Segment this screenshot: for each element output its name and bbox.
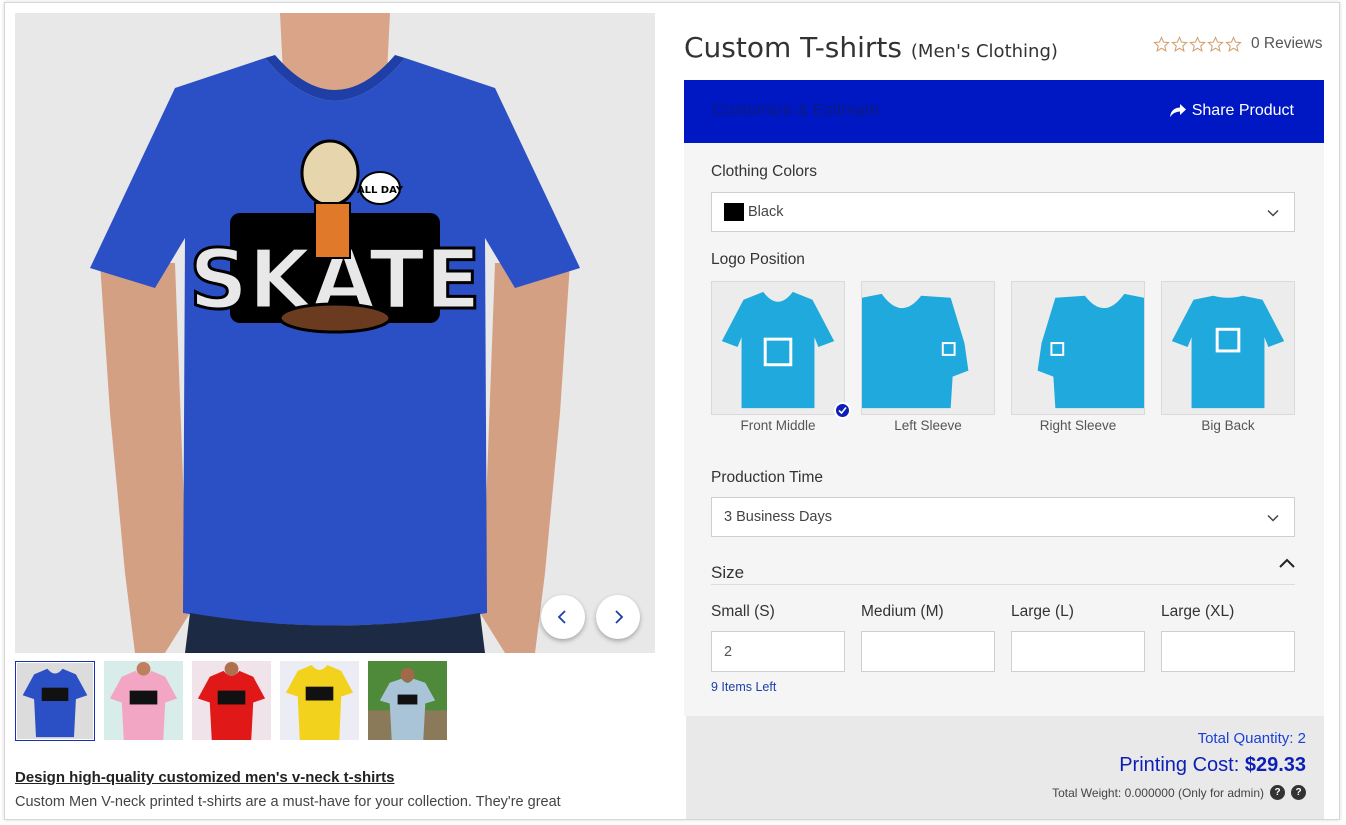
page-frame: SKATE ALL DAY Design high-quality custom… xyxy=(4,2,1340,820)
main-product-image: SKATE ALL DAY xyxy=(15,13,655,653)
logo-position-label: Logo Position xyxy=(711,251,805,268)
clothing-colors-label: Clothing Colors xyxy=(711,163,817,180)
logo-position-left-sleeve[interactable]: Left Sleeve xyxy=(861,281,995,433)
chevron-up-icon[interactable] xyxy=(1278,555,1296,573)
size-medium-label: Medium (M) xyxy=(861,603,944,620)
share-icon xyxy=(1169,104,1186,117)
rating[interactable]: 0 Reviews xyxy=(1153,35,1323,53)
size-large-label: Large (L) xyxy=(1011,603,1074,620)
size-small-label: Small (S) xyxy=(711,603,775,620)
gallery-next-button[interactable] xyxy=(596,595,640,639)
product-category: (Men's Clothing) xyxy=(910,41,1058,62)
color-swatch xyxy=(724,203,744,221)
chevron-right-icon xyxy=(615,610,624,624)
front-middle-label: Front Middle xyxy=(740,418,816,433)
description-title[interactable]: Design high-quality customized men's v-n… xyxy=(15,769,394,786)
printing-cost: Printing Cost: $29.33 xyxy=(1119,754,1306,777)
clothing-color-value: Black xyxy=(748,204,784,220)
size-col-medium: Medium (M) xyxy=(861,603,995,672)
shirt-front-mockup xyxy=(712,282,844,414)
grey-shirt-thumbnail xyxy=(368,661,447,740)
red-shirt-thumbnail xyxy=(192,661,271,740)
production-time-value: 3 Business Days xyxy=(724,509,832,525)
printing-cost-label: Printing Cost: xyxy=(1119,754,1240,776)
svg-text:ALL DAY: ALL DAY xyxy=(357,185,404,196)
selected-check-icon xyxy=(834,402,851,419)
left-sleeve-label: Left Sleeve xyxy=(894,418,962,433)
help-icon[interactable]: ? xyxy=(1270,785,1285,800)
chevron-left-icon xyxy=(557,610,566,624)
chevron-down-icon xyxy=(1267,514,1279,522)
customize-header-bar: Customize & Estimate Share Product xyxy=(684,80,1324,143)
product-title: Custom T-shirts (Men's Clothing) xyxy=(684,31,1058,64)
pink-shirt-thumbnail xyxy=(104,661,183,740)
size-xl-input[interactable] xyxy=(1161,631,1295,672)
star-empty-icon xyxy=(1153,35,1170,52)
thumbnail-grey[interactable] xyxy=(368,661,447,740)
share-product-label: Share Product xyxy=(1191,102,1294,119)
thumbnail-yellow[interactable] xyxy=(280,661,359,740)
size-divider xyxy=(711,584,1295,585)
big-back-mockup xyxy=(1161,281,1295,415)
size-col-small: Small (S) xyxy=(711,603,845,672)
logo-position-right-sleeve[interactable]: Right Sleeve xyxy=(1011,281,1145,433)
production-time-select[interactable]: 3 Business Days xyxy=(711,497,1295,537)
left-sleeve-mockup xyxy=(861,281,995,415)
thumbnail-red[interactable] xyxy=(192,661,271,740)
product-photo: SKATE ALL DAY xyxy=(15,13,655,653)
help-icon[interactable]: ? xyxy=(1291,785,1306,800)
shirt-back-mockup xyxy=(1162,282,1294,414)
size-col-xl: Large (XL) xyxy=(1161,603,1295,672)
star-empty-icon xyxy=(1207,35,1224,52)
printing-cost-value: $29.33 xyxy=(1244,754,1306,776)
product-title-text: Custom T-shirts xyxy=(684,31,902,64)
thumbnail-pink[interactable] xyxy=(104,661,183,740)
thumbnail-blue[interactable] xyxy=(15,661,95,741)
thumbnail-strip xyxy=(15,661,447,741)
star-empty-icon xyxy=(1225,35,1242,52)
size-col-large: Large (L) xyxy=(1011,603,1145,672)
big-back-label: Big Back xyxy=(1201,418,1255,433)
front-middle-mockup xyxy=(711,281,845,415)
estimate-summary: Total Quantity: 2 Printing Cost: $29.33 … xyxy=(686,716,1324,819)
gallery-prev-button[interactable] xyxy=(541,595,585,639)
reviews-count[interactable]: 0 Reviews xyxy=(1251,35,1323,53)
clothing-color-select[interactable]: Black xyxy=(711,192,1295,232)
logo-position-big-back[interactable]: Big Back xyxy=(1161,281,1295,433)
size-section-title: Size xyxy=(711,563,745,582)
star-empty-icon xyxy=(1189,35,1206,52)
description-text: Custom Men V-neck printed t-shirts are a… xyxy=(15,794,561,810)
blue-shirt-thumbnail xyxy=(17,663,93,739)
size-large-input[interactable] xyxy=(1011,631,1145,672)
production-time-label: Production Time xyxy=(711,469,823,486)
size-small-input[interactable] xyxy=(711,631,845,672)
shirt-left-mockup xyxy=(862,282,994,414)
star-empty-icon xyxy=(1171,35,1188,52)
total-weight-text: Total Weight: 0.000000 (Only for admin) xyxy=(1052,785,1264,800)
shirt-right-mockup xyxy=(1012,282,1144,414)
right-sleeve-mockup xyxy=(1011,281,1145,415)
chevron-down-icon xyxy=(1267,209,1279,217)
logo-position-front-middle[interactable]: Front Middle xyxy=(711,281,851,433)
logo-position-options: Front Middle Left Sleeve Right Sleeve Bi… xyxy=(711,281,1295,433)
total-weight: Total Weight: 0.000000 (Only for admin) … xyxy=(1052,785,1306,800)
right-sleeve-label: Right Sleeve xyxy=(1039,418,1117,433)
total-quantity: Total Quantity: 2 xyxy=(1197,730,1306,747)
options-panel: Clothing Colors Black Logo Position Fron… xyxy=(684,143,1324,716)
size-medium-input[interactable] xyxy=(861,631,995,672)
share-product-button[interactable]: Share Product xyxy=(1169,102,1294,120)
yellow-shirt-thumbnail xyxy=(280,661,359,740)
size-xl-label: Large (XL) xyxy=(1161,603,1235,620)
tab-customize-estimate[interactable]: Customize & Estimate xyxy=(712,100,879,120)
items-left-text: 9 Items Left xyxy=(711,680,777,694)
